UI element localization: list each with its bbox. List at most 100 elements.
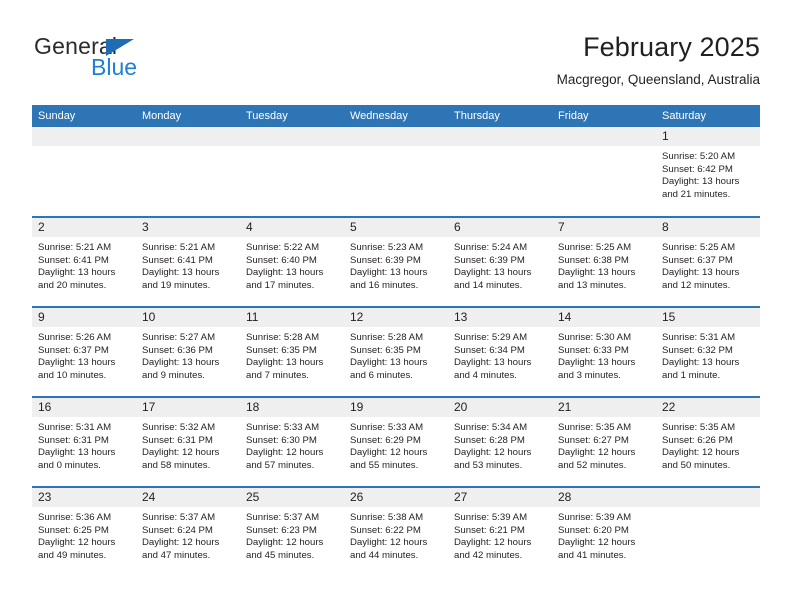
sunrise-time: Sunrise: 5:27 AM bbox=[142, 332, 216, 343]
calendar-day-cell[interactable]: 7 Sunrise: 5:25 AM Sunset: 6:38 PM Daylight… bbox=[552, 216, 656, 307]
sunrise-time: Sunrise: 5:36 AM bbox=[38, 512, 112, 523]
calendar-day-cell[interactable]: 9 Sunrise: 5:26 AM Sunset: 6:37 PM Daylight… bbox=[32, 306, 136, 397]
calendar-day-cell[interactable]: 13 Sunrise: 5:29 AM Sunset: 6:34 PM Dayligh… bbox=[448, 306, 552, 397]
day-number: 3 bbox=[136, 218, 240, 237]
sun-details: Sunrise: 5:39 AM Sunset: 6:20 PM Daylight:… bbox=[552, 507, 656, 562]
daylight-line-2: and 50 minutes. bbox=[662, 459, 731, 471]
daylight-line-2: and 42 minutes. bbox=[454, 549, 523, 561]
day-number: 25 bbox=[240, 488, 344, 507]
calendar-day-cell[interactable]: 25 Sunrise: 5:37 AM Sunset: 6:23 PM Dayligh… bbox=[240, 486, 344, 577]
sunrise-time: Sunrise: 5:21 AM bbox=[142, 242, 216, 253]
calendar-week-row: 16 Sunrise: 5:31 AM Sunset: 6:31 PM Dayligh… bbox=[32, 396, 760, 487]
calendar-day-cell[interactable]: 19 Sunrise: 5:33 AM Sunset: 6:29 PM Dayligh… bbox=[344, 396, 448, 487]
daylight-line-2: and 9 minutes. bbox=[142, 369, 205, 381]
calendar-day-cell[interactable]: 22 Sunrise: 5:35 AM Sunset: 6:26 PM Dayligh… bbox=[656, 396, 760, 487]
sunset-time: Sunset: 6:27 PM bbox=[558, 434, 629, 446]
calendar-day-cell[interactable]: 23 Sunrise: 5:36 AM Sunset: 6:25 PM Dayligh… bbox=[32, 486, 136, 577]
day-number: 17 bbox=[136, 398, 240, 417]
day-number: 6 bbox=[448, 218, 552, 237]
sunset-time: Sunset: 6:31 PM bbox=[142, 434, 213, 446]
daylight-line-1: Daylight: 12 hours bbox=[246, 537, 324, 549]
sunrise-time: Sunrise: 5:32 AM bbox=[142, 422, 216, 433]
daylight-line-2: and 17 minutes. bbox=[246, 279, 315, 291]
calendar-day-cell[interactable]: 8 Sunrise: 5:25 AM Sunset: 6:37 PM Daylight… bbox=[656, 216, 760, 307]
daylight-line-2: and 57 minutes. bbox=[246, 459, 315, 471]
sunrise-time: Sunrise: 5:26 AM bbox=[38, 332, 112, 343]
calendar-day-cell[interactable]: 6 Sunrise: 5:24 AM Sunset: 6:39 PM Daylight… bbox=[448, 216, 552, 307]
sun-details: Sunrise: 5:39 AM Sunset: 6:21 PM Daylight:… bbox=[448, 507, 552, 562]
sunrise-time: Sunrise: 5:28 AM bbox=[246, 332, 320, 343]
daylight-line-1: Daylight: 12 hours bbox=[662, 447, 740, 459]
day-number: 27 bbox=[448, 488, 552, 507]
day-number: 13 bbox=[448, 308, 552, 327]
calendar-day-cell[interactable]: 14 Sunrise: 5:30 AM Sunset: 6:33 PM Dayligh… bbox=[552, 306, 656, 397]
daylight-line-1: Daylight: 13 hours bbox=[142, 267, 220, 279]
sun-details: Sunrise: 5:37 AM Sunset: 6:23 PM Daylight:… bbox=[240, 507, 344, 562]
calendar-day-cell-empty bbox=[32, 127, 136, 217]
weekday-header: Sunday Monday Tuesday Wednesday Thursday Frid… bbox=[32, 105, 760, 127]
calendar-day-cell[interactable]: 17 Sunrise: 5:32 AM Sunset: 6:31 PM Dayligh… bbox=[136, 396, 240, 487]
sun-details: Sunrise: 5:28 AM Sunset: 6:35 PM Daylight:… bbox=[240, 327, 344, 382]
calendar-day-cell[interactable]: 5 Sunrise: 5:23 AM Sunset: 6:39 PM Daylight… bbox=[344, 216, 448, 307]
calendar-day-cell[interactable]: 11 Sunrise: 5:28 AM Sunset: 6:35 PM Dayligh… bbox=[240, 306, 344, 397]
day-number: 28 bbox=[552, 488, 656, 507]
day-number: 21 bbox=[552, 398, 656, 417]
calendar-day-cell[interactable]: 12 Sunrise: 5:28 AM Sunset: 6:35 PM Dayligh… bbox=[344, 306, 448, 397]
day-number: 9 bbox=[32, 308, 136, 327]
sun-details: Sunrise: 5:35 AM Sunset: 6:27 PM Daylight:… bbox=[552, 417, 656, 472]
logo-text-blue: Blue bbox=[91, 54, 138, 80]
day-number: 1 bbox=[656, 127, 760, 146]
weekday-header-friday: Friday bbox=[552, 105, 656, 127]
daylight-line-1: Daylight: 12 hours bbox=[558, 447, 636, 459]
calendar-day-cell[interactable]: 27 Sunrise: 5:39 AM Sunset: 6:21 PM Dayligh… bbox=[448, 486, 552, 577]
page-subtitle: Macgregor, Queensland, Australia bbox=[556, 72, 760, 87]
day-number bbox=[32, 127, 136, 146]
day-number: 14 bbox=[552, 308, 656, 327]
sun-details: Sunrise: 5:29 AM Sunset: 6:34 PM Daylight:… bbox=[448, 327, 552, 382]
daylight-line-1: Daylight: 12 hours bbox=[246, 447, 324, 459]
sunset-time: Sunset: 6:42 PM bbox=[662, 163, 733, 175]
calendar-day-cell[interactable]: 4 Sunrise: 5:22 AM Sunset: 6:40 PM Daylight… bbox=[240, 216, 344, 307]
calendar-week-row: 1 Sunrise: 5:20 AM Sunset: 6:42 PM Daylight… bbox=[32, 127, 760, 217]
sun-details: Sunrise: 5:22 AM Sunset: 6:40 PM Daylight:… bbox=[240, 237, 344, 292]
calendar-day-cell-empty bbox=[656, 486, 760, 577]
calendar-day-cell[interactable]: 28 Sunrise: 5:39 AM Sunset: 6:20 PM Dayligh… bbox=[552, 486, 656, 577]
sun-details: Sunrise: 5:37 AM Sunset: 6:24 PM Daylight:… bbox=[136, 507, 240, 562]
sunset-time: Sunset: 6:22 PM bbox=[350, 524, 421, 536]
sunset-time: Sunset: 6:37 PM bbox=[662, 254, 733, 266]
calendar-day-cell[interactable]: 15 Sunrise: 5:31 AM Sunset: 6:32 PM Dayligh… bbox=[656, 306, 760, 397]
sun-details: Sunrise: 5:35 AM Sunset: 6:26 PM Daylight:… bbox=[656, 417, 760, 472]
page-header: General Blue February 2025 Macgregor, Qu… bbox=[32, 30, 760, 98]
calendar-day-cell[interactable]: 20 Sunrise: 5:34 AM Sunset: 6:28 PM Dayligh… bbox=[448, 396, 552, 487]
day-number: 19 bbox=[344, 398, 448, 417]
calendar-day-cell[interactable]: 2 Sunrise: 5:21 AM Sunset: 6:41 PM Daylight… bbox=[32, 216, 136, 307]
daylight-line-2: and 47 minutes. bbox=[142, 549, 211, 561]
general-blue-logo: General Blue bbox=[32, 30, 252, 86]
sunset-time: Sunset: 6:23 PM bbox=[246, 524, 317, 536]
daylight-line-2: and 52 minutes. bbox=[558, 459, 627, 471]
sun-details: Sunrise: 5:25 AM Sunset: 6:37 PM Daylight:… bbox=[656, 237, 760, 292]
daylight-line-2: and 4 minutes. bbox=[454, 369, 517, 381]
calendar-day-cell[interactable]: 24 Sunrise: 5:37 AM Sunset: 6:24 PM Dayligh… bbox=[136, 486, 240, 577]
calendar-day-cell[interactable]: 18 Sunrise: 5:33 AM Sunset: 6:30 PM Dayligh… bbox=[240, 396, 344, 487]
sunset-time: Sunset: 6:21 PM bbox=[454, 524, 525, 536]
daylight-line-1: Daylight: 13 hours bbox=[142, 357, 220, 369]
sunrise-time: Sunrise: 5:29 AM bbox=[454, 332, 528, 343]
day-number bbox=[136, 127, 240, 146]
calendar-day-cell-empty bbox=[240, 127, 344, 217]
sunrise-time: Sunrise: 5:34 AM bbox=[454, 422, 528, 433]
calendar-day-cell[interactable]: 21 Sunrise: 5:35 AM Sunset: 6:27 PM Dayligh… bbox=[552, 396, 656, 487]
sunrise-time: Sunrise: 5:20 AM bbox=[662, 151, 736, 162]
calendar-day-cell[interactable]: 3 Sunrise: 5:21 AM Sunset: 6:41 PM Daylight… bbox=[136, 216, 240, 307]
daylight-line-1: Daylight: 12 hours bbox=[454, 537, 532, 549]
calendar-day-cell[interactable]: 16 Sunrise: 5:31 AM Sunset: 6:31 PM Dayligh… bbox=[32, 396, 136, 487]
sunrise-time: Sunrise: 5:21 AM bbox=[38, 242, 112, 253]
calendar-day-cell[interactable]: 26 Sunrise: 5:38 AM Sunset: 6:22 PM Dayligh… bbox=[344, 486, 448, 577]
daylight-line-2: and 49 minutes. bbox=[38, 549, 107, 561]
daylight-line-1: Daylight: 13 hours bbox=[38, 447, 116, 459]
sunset-time: Sunset: 6:37 PM bbox=[38, 344, 109, 356]
sunset-time: Sunset: 6:32 PM bbox=[662, 344, 733, 356]
calendar-day-cell[interactable]: 10 Sunrise: 5:27 AM Sunset: 6:36 PM Dayligh… bbox=[136, 306, 240, 397]
sunrise-time: Sunrise: 5:25 AM bbox=[662, 242, 736, 253]
calendar-day-cell[interactable]: 1 Sunrise: 5:20 AM Sunset: 6:42 PM Daylight… bbox=[656, 127, 760, 217]
